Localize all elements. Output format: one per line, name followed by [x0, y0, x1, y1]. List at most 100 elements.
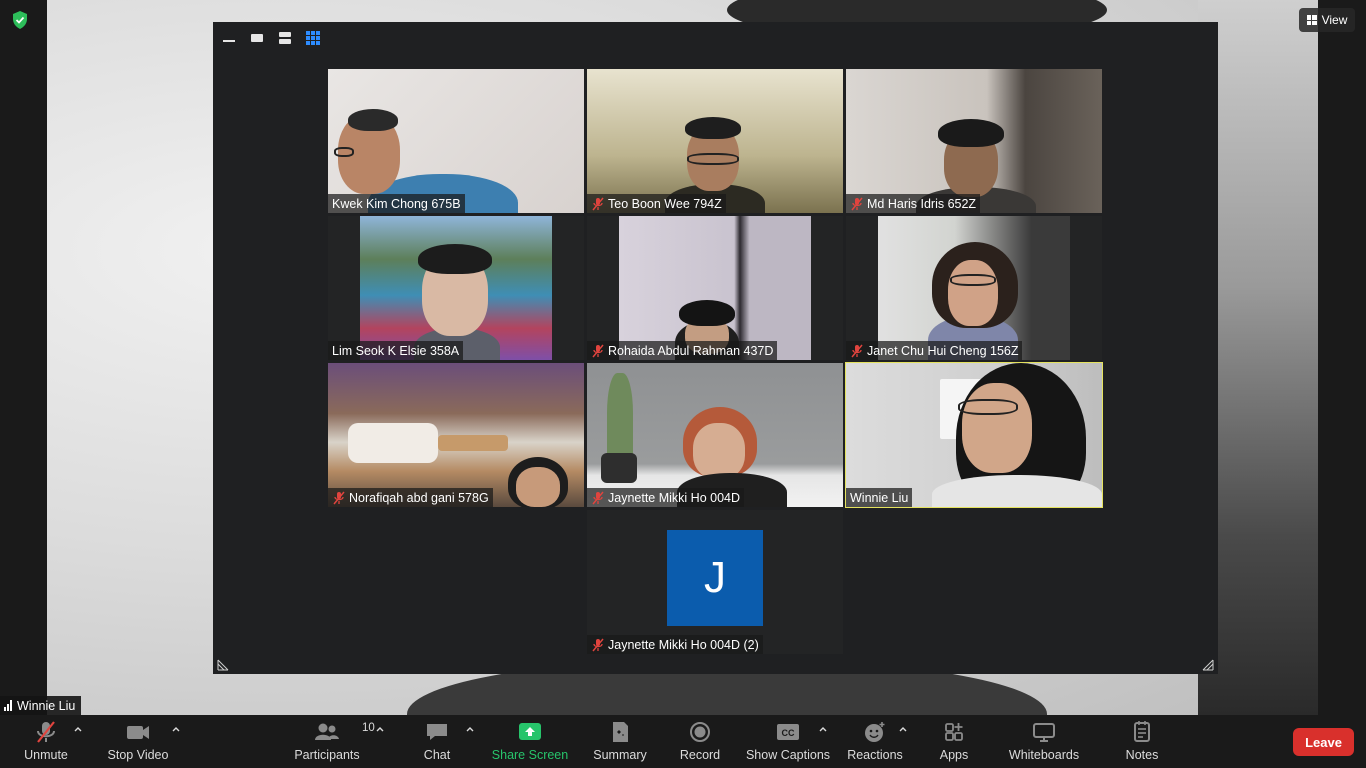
participant-tile[interactable]: Rohaida Abdul Rahman 437D — [587, 216, 843, 360]
captions-icon: CC — [775, 715, 801, 749]
participant-tile[interactable]: Janet Chu Hui Cheng 156Z — [846, 216, 1102, 360]
leave-button[interactable]: Leave — [1293, 728, 1354, 756]
self-name-tag: Winnie Liu — [0, 696, 82, 715]
mic-off-icon — [33, 715, 59, 749]
participant-tile[interactable]: Lim Seok K Elsie 358A — [328, 216, 584, 360]
audio-options-caret[interactable] — [73, 724, 83, 734]
signal-icon — [4, 700, 12, 711]
participant-tile[interactable]: Norafiqah abd gani 578G — [328, 363, 584, 507]
participant-video — [328, 363, 584, 507]
show-captions-label: Show Captions — [745, 748, 831, 762]
participant-tile[interactable]: Jaynette Mikki Ho 004D — [587, 363, 843, 507]
participant-tile[interactable]: Kwek Kim Chong 675B — [328, 69, 584, 213]
camera-icon — [124, 715, 152, 749]
participant-name-tag: Rohaida Abdul Rahman 437D — [587, 341, 778, 360]
record-icon — [688, 715, 712, 749]
participants-count: 10 — [362, 722, 375, 734]
grid-icon — [1306, 15, 1317, 25]
reactions-button[interactable]: Reactions — [845, 715, 905, 768]
participant-avatar: J — [667, 530, 763, 626]
mic-off-icon — [591, 638, 605, 652]
mic-off-icon — [850, 344, 864, 358]
participant-name-tag: Jaynette Mikki Ho 004D — [587, 488, 745, 507]
participant-video — [328, 69, 584, 213]
participant-name: Lim Seok K Elsie 358A — [332, 343, 460, 358]
summary-button[interactable]: Summary — [592, 715, 648, 768]
participant-name: Rohaida Abdul Rahman 437D — [608, 343, 774, 358]
participant-name: Jaynette Mikki Ho 004D (2) — [608, 637, 759, 652]
participant-tile[interactable]: Md Haris Idris 652Z — [846, 69, 1102, 213]
participant-name: Kwek Kim Chong 675B — [332, 196, 461, 211]
participant-video — [587, 69, 843, 213]
participant-tile[interactable]: J Jaynette Mikki Ho 004D (2) — [587, 510, 843, 654]
participant-video — [587, 363, 843, 507]
view-button[interactable]: View — [1299, 8, 1355, 32]
participant-name-tag: Norafiqah abd gani 578G — [328, 488, 493, 507]
video-options-caret[interactable] — [171, 724, 181, 734]
participant-name: Md Haris Idris 652Z — [867, 196, 977, 211]
participant-name: Teo Boon Wee 794Z — [608, 196, 722, 211]
chat-options-caret[interactable] — [465, 724, 475, 734]
stop-video-button[interactable]: Stop Video — [104, 715, 172, 768]
participant-video — [846, 69, 1102, 213]
notes-icon — [1131, 715, 1153, 749]
reactions-icon — [862, 715, 888, 749]
mic-off-icon — [591, 491, 605, 505]
strip-layout-icon — [279, 32, 291, 44]
unmute-button[interactable]: Unmute — [18, 715, 74, 768]
participant-name-tag: Jaynette Mikki Ho 004D (2) — [587, 635, 763, 654]
participant-video — [619, 216, 811, 360]
shield-icon[interactable] — [10, 10, 30, 30]
notes-button[interactable]: Notes — [1120, 715, 1164, 768]
participant-tile-active-speaker[interactable]: Winnie Liu — [845, 362, 1103, 508]
view-label: View — [1321, 13, 1348, 27]
participant-name-tag: Teo Boon Wee 794Z — [587, 194, 726, 213]
unmute-label: Unmute — [24, 748, 68, 762]
participants-button[interactable]: 10 Participants — [293, 715, 375, 768]
thumbnail-layout-icon — [251, 34, 263, 42]
resize-icon[interactable] — [217, 658, 229, 671]
meeting-toolbar: Unmute Stop Video 10 Participants Chat S… — [0, 715, 1366, 768]
zoom-meeting-window: View Kwek Kim Chong 675B Teo Boon Wee 79… — [0, 0, 1366, 768]
apps-icon — [942, 715, 966, 749]
chat-icon — [424, 715, 450, 749]
participant-name-tag: Winnie Liu — [846, 488, 913, 507]
apps-button[interactable]: Apps — [932, 715, 976, 768]
whiteboards-label: Whiteboards — [1008, 748, 1080, 762]
stop-video-label: Stop Video — [107, 748, 169, 762]
resize-icon[interactable] — [1202, 658, 1214, 671]
svg-text:CC: CC — [782, 728, 795, 738]
whiteboards-button[interactable]: Whiteboards — [1004, 715, 1084, 768]
share-screen-icon — [517, 715, 543, 749]
mic-off-icon — [591, 344, 605, 358]
layout-gallery-button[interactable] — [303, 28, 323, 48]
chat-label: Chat — [423, 748, 451, 762]
captions-options-caret[interactable] — [818, 724, 828, 734]
participant-video — [878, 216, 1070, 360]
layout-thumbnail-button[interactable] — [247, 28, 267, 48]
record-button[interactable]: Record — [676, 715, 724, 768]
self-name: Winnie Liu — [17, 698, 76, 713]
layout-speaker-button[interactable] — [219, 28, 239, 48]
participant-name: Janet Chu Hui Cheng 156Z — [867, 343, 1019, 358]
right-letterbox — [1318, 0, 1366, 715]
reactions-label: Reactions — [847, 748, 903, 762]
participant-tile[interactable]: Teo Boon Wee 794Z — [587, 69, 843, 213]
participant-video — [360, 216, 552, 360]
summary-icon — [608, 715, 632, 749]
mic-off-icon — [591, 197, 605, 211]
participants-label: Participants — [294, 748, 360, 762]
layout-strip-button[interactable] — [275, 28, 295, 48]
participant-name-tag: Janet Chu Hui Cheng 156Z — [846, 341, 1023, 360]
minimize-layout-icon — [223, 40, 235, 42]
show-captions-button[interactable]: CC Show Captions — [745, 715, 831, 768]
reactions-options-caret[interactable] — [898, 724, 908, 734]
share-screen-label: Share Screen — [491, 748, 569, 762]
share-screen-button[interactable]: Share Screen — [491, 715, 569, 768]
summary-label: Summary — [593, 748, 647, 762]
chat-button[interactable]: Chat — [415, 715, 459, 768]
notes-label: Notes — [1125, 748, 1159, 762]
participants-icon: 10 — [312, 715, 375, 749]
participant-name: Winnie Liu — [850, 490, 909, 505]
participants-options-caret[interactable] — [375, 724, 385, 734]
